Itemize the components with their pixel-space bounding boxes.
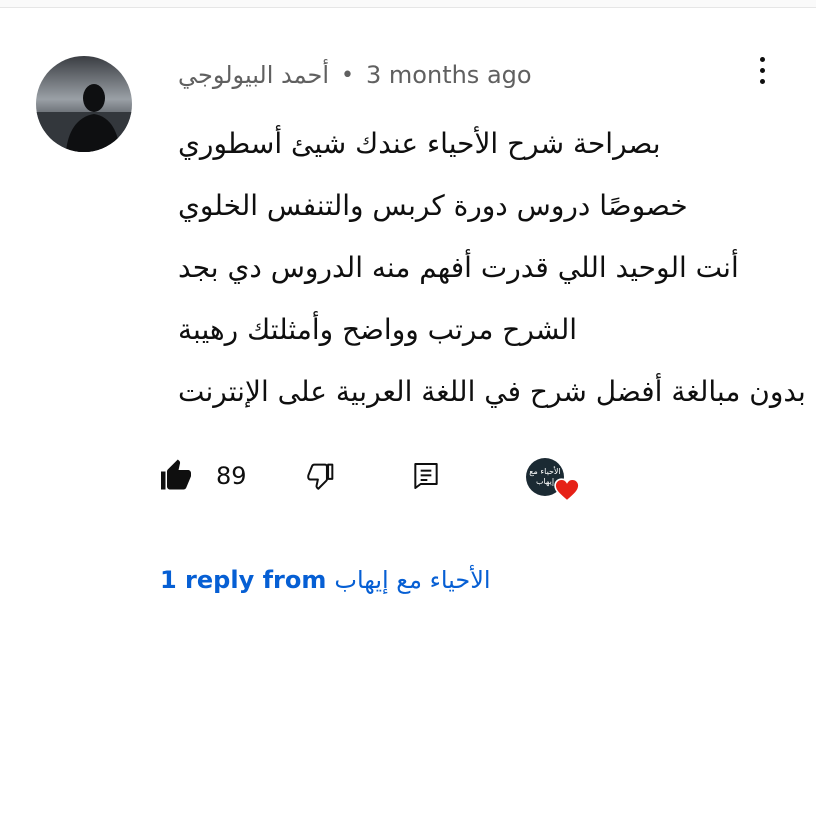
comment-actions: 89 الأحياء مع إيهاب — [158, 452, 598, 502]
heart-icon — [554, 478, 580, 502]
comment-line: بدون مبالغة أفضل شرح في اللغة العربية عل… — [178, 375, 806, 408]
creator-heart: الأحياء مع إيهاب — [526, 458, 580, 502]
like-button[interactable] — [158, 452, 194, 500]
comment-line: أنت الوحيد اللي قدرت أفهم منه الدروس دي … — [178, 251, 739, 284]
author-avatar[interactable] — [36, 56, 132, 152]
more-options-icon[interactable] — [744, 52, 780, 88]
comment-line: بصراحة شرح الأحياء عندك شيئ أسطوري — [178, 127, 661, 160]
thumbs-down-icon — [307, 463, 334, 490]
thumbs-up-filled-icon — [161, 459, 191, 490]
comment-meta: أحمد البيولوجي • 3 months ago — [178, 58, 532, 92]
comment-line: الشرح مرتب وواضح وأمثلتك رهيبة — [178, 313, 578, 346]
replies-prefix: 1 reply from — [160, 566, 327, 594]
meta-separator: • — [341, 62, 355, 88]
top-divider — [0, 0, 816, 8]
like-count: 89 — [216, 462, 247, 490]
reply-comment-icon — [414, 463, 438, 489]
reply-button[interactable] — [410, 452, 442, 500]
view-replies-button[interactable]: 1 reply from الأحياء مع إيهاب — [160, 560, 491, 600]
dislike-button[interactable] — [304, 452, 338, 500]
author-name[interactable]: أحمد البيولوجي — [178, 61, 329, 89]
comment-timestamp[interactable]: 3 months ago — [366, 61, 532, 89]
avatar-photo — [36, 56, 132, 152]
comment-body: بصراحة شرح الأحياء عندك شيئ أسطوري خصوصً… — [178, 116, 806, 426]
comment-line: خصوصًا دروس دورة كربس والتنفس الخلوي — [178, 189, 688, 222]
replies-channel-name: الأحياء مع إيهاب — [334, 566, 491, 594]
